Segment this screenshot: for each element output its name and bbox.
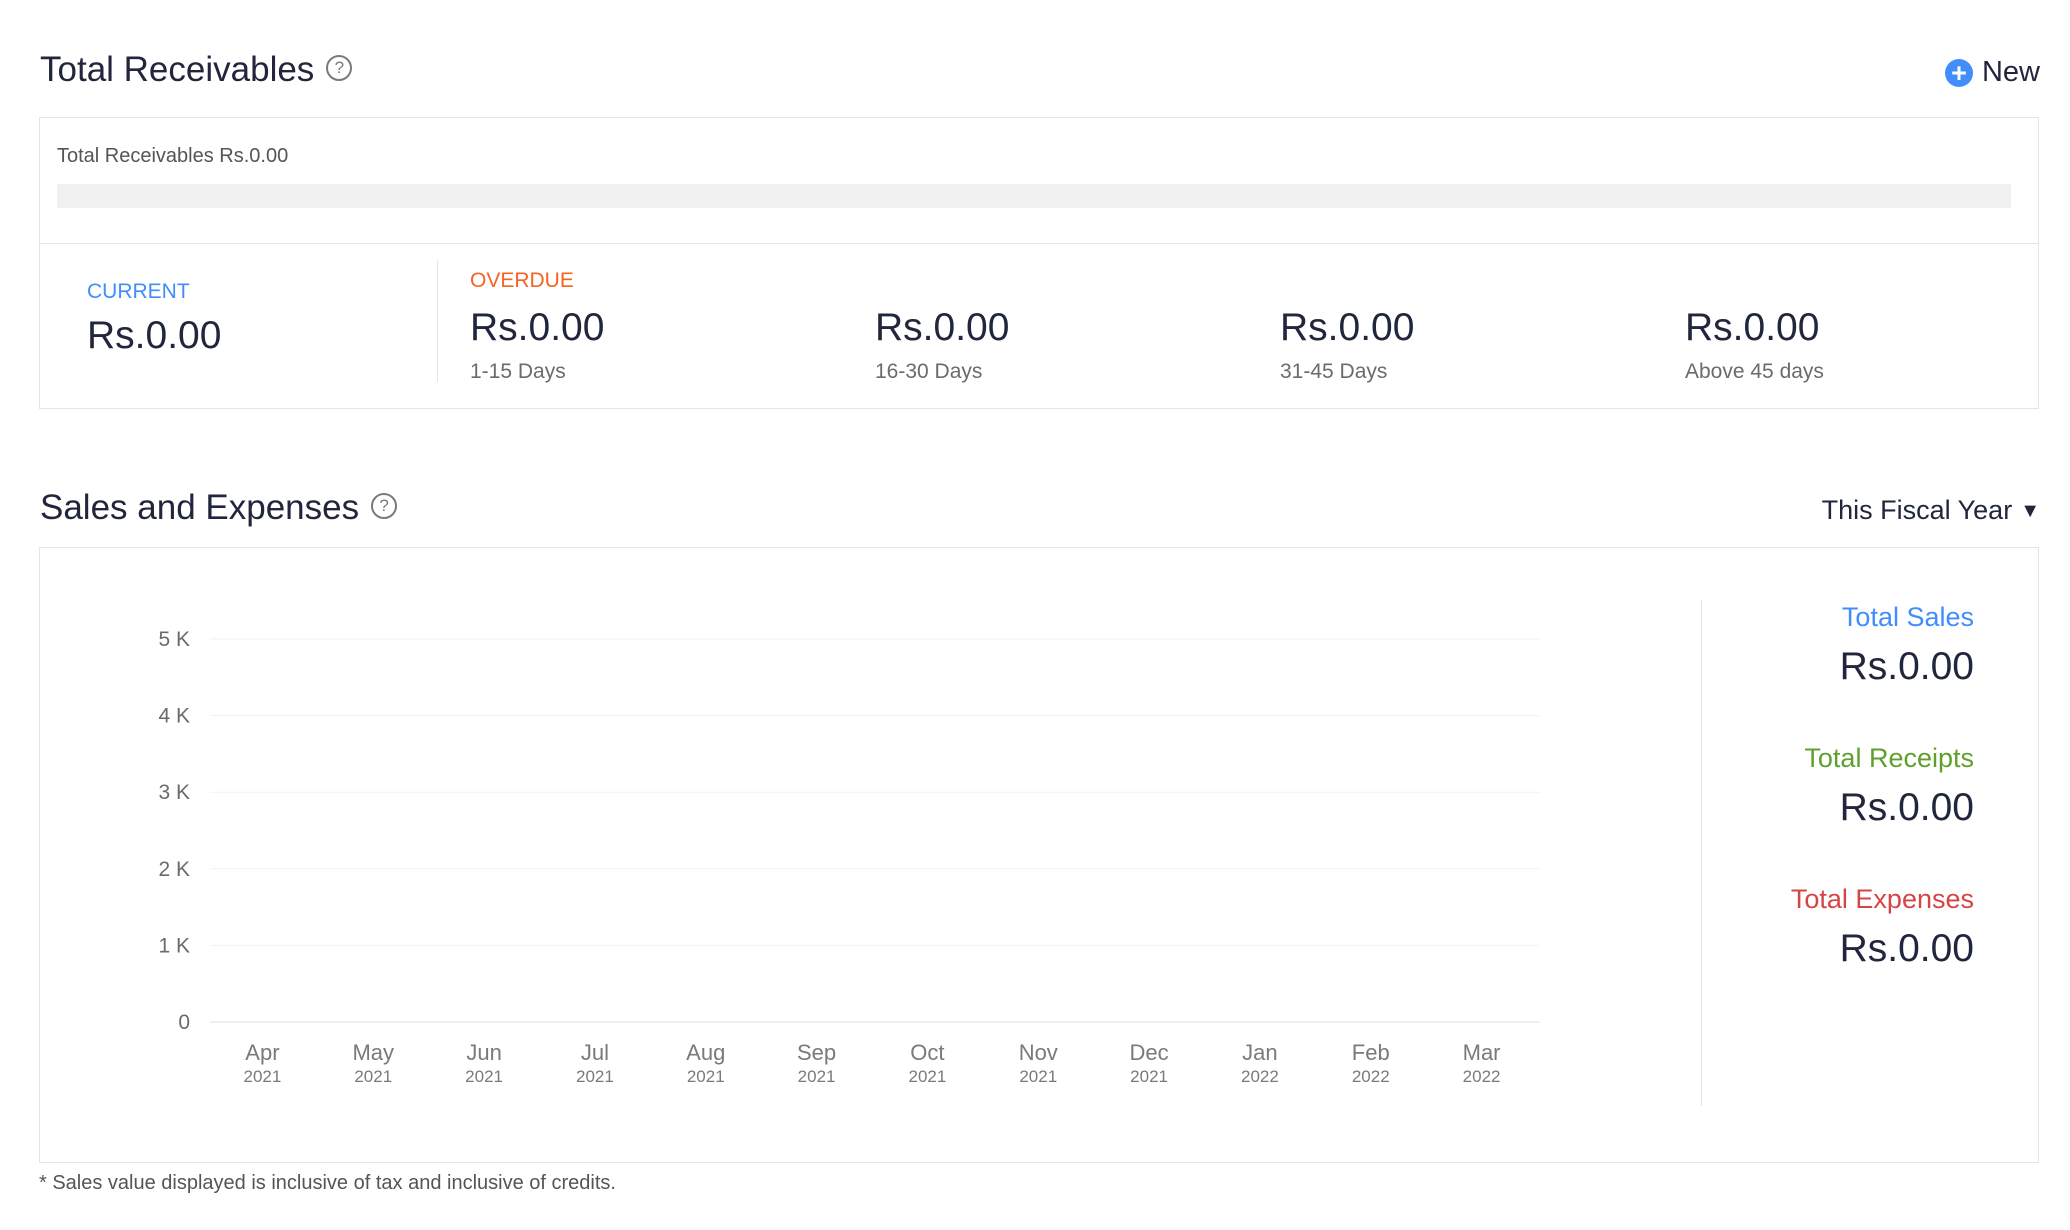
total-receipts-label: Total Receipts [1804, 743, 1974, 773]
y-tick-label: 0 [178, 1011, 190, 1034]
total-receipts-value: Rs.0.00 [1839, 786, 1974, 829]
receivables-title: Total Receivables [40, 50, 315, 89]
bucket-value: Rs.0.00 [470, 306, 605, 349]
receivables-summary-label: Total Receivables Rs.0.00 [57, 145, 289, 167]
current-label: CURRENT [87, 280, 190, 303]
help-icon[interactable]: ? [371, 492, 398, 519]
x-tick-year: 2022 [1463, 1067, 1501, 1086]
overdue-bucket-16-30[interactable]: Rs.0.00 16-30 Days [875, 306, 1009, 384]
current-value: Rs.0.00 [87, 314, 222, 357]
x-tick-year: 2021 [465, 1067, 503, 1086]
x-tick-year: 2021 [1019, 1067, 1057, 1086]
sales-chart: 5 K 4 K 3 K 2 K 1 K 0 Apr 2021 May 2021 Jun 2021 Jul… [158, 628, 1540, 1086]
caret-down-icon: ▼ [2020, 500, 2040, 522]
total-sales-label: Total Sales [1841, 602, 1974, 632]
total-sales: Total Sales Rs.0.00 [1674, 602, 1974, 743]
receivables-card: Total Receivables Rs.0.00 CURRENT Rs.0.0… [39, 117, 2039, 409]
x-tick-month: Jun [466, 1040, 501, 1065]
bucket-label: 31-45 Days [1280, 360, 1388, 383]
x-tick-year: 2021 [244, 1067, 282, 1086]
sales-title-wrap: Sales and Expenses? [40, 488, 398, 528]
total-expenses: Total Expenses Rs.0.00 [1674, 884, 1974, 1025]
x-tick-month: Dec [1130, 1040, 1169, 1065]
x-tick-month: Jan [1242, 1040, 1277, 1065]
y-tick-label: 2 K [158, 858, 190, 881]
x-tick-year: 2022 [1352, 1067, 1390, 1086]
overdue-bucket-31-45[interactable]: Rs.0.00 31-45 Days [1280, 306, 1414, 384]
sales-header: Sales and Expenses? This Fiscal Year ▼ [40, 488, 2040, 538]
help-icon[interactable]: ? [326, 54, 353, 81]
receivables-progress-bar [57, 184, 2011, 208]
x-tick-year: 2021 [687, 1067, 725, 1086]
x-tick-month: Sep [797, 1040, 836, 1065]
bucket-value: Rs.0.00 [1280, 306, 1415, 349]
plus-icon: + [1944, 58, 1973, 87]
x-tick-year: 2021 [1130, 1067, 1168, 1086]
total-receipts: Total Receipts Rs.0.00 [1674, 743, 1974, 884]
footnote: * Sales value displayed is inclusive of … [39, 1172, 616, 1194]
current-block[interactable]: CURRENT Rs.0.00 [87, 280, 221, 358]
total-sales-value: Rs.0.00 [1839, 645, 1974, 688]
sales-title: Sales and Expenses [40, 488, 360, 527]
bucket-label: Above 45 days [1685, 360, 1824, 383]
y-tick-label: 4 K [158, 705, 190, 728]
x-tick-month: Nov [1019, 1040, 1058, 1065]
x-tick-month: Apr [245, 1040, 279, 1065]
total-expenses-label: Total Expenses [1790, 884, 1974, 914]
overdue-label: OVERDUE [470, 269, 574, 292]
x-tick-month: Mar [1463, 1040, 1501, 1065]
x-tick-month: Feb [1352, 1040, 1390, 1065]
receivables-header: Total Receivables? + New [40, 50, 2040, 100]
x-tick-month: Aug [686, 1040, 725, 1065]
x-tick-year: 2022 [1241, 1067, 1279, 1086]
totals-panel: Total Sales Rs.0.00 Total Receipts Rs.0.… [1674, 602, 1974, 1025]
receivables-title-wrap: Total Receivables? [40, 50, 353, 90]
y-tick-label: 1 K [158, 934, 190, 957]
x-tick-year: 2021 [576, 1067, 614, 1086]
bucket-label: 1-15 Days [470, 360, 566, 383]
bucket-value: Rs.0.00 [1685, 306, 1820, 349]
x-tick-month: Jul [581, 1040, 609, 1065]
overdue-bucket-1-15[interactable]: Rs.0.00 1-15 Days [470, 306, 604, 384]
x-tick-year: 2021 [354, 1067, 392, 1086]
x-tick-year: 2021 [798, 1067, 836, 1086]
divider [437, 260, 438, 382]
period-select-label: This Fiscal Year [1821, 495, 2013, 525]
y-tick-label: 3 K [158, 781, 190, 804]
total-expenses-value: Rs.0.00 [1839, 927, 1974, 970]
bucket-value: Rs.0.00 [875, 306, 1010, 349]
bucket-label: 16-30 Days [875, 360, 983, 383]
period-select[interactable]: This Fiscal Year ▼ [1822, 495, 2040, 526]
overdue-bucket-above-45[interactable]: Rs.0.00 Above 45 days [1685, 306, 1824, 384]
sales-chart-card: 5 K 4 K 3 K 2 K 1 K 0 Apr 2021 May 2021 Jun 2021 Jul… [39, 547, 2039, 1163]
x-tick-month: May [352, 1040, 394, 1065]
receivables-breakdown: CURRENT Rs.0.00 OVERDUE Rs.0.00 1-15 Day… [40, 244, 2038, 409]
y-tick-label: 5 K [158, 628, 190, 651]
x-tick-month: Oct [910, 1040, 944, 1065]
receivables-summary: Total Receivables Rs.0.00 [40, 118, 2038, 244]
new-button[interactable]: + New [1944, 56, 2040, 89]
x-tick-year: 2021 [909, 1067, 947, 1086]
new-button-label: New [1981, 56, 2040, 88]
